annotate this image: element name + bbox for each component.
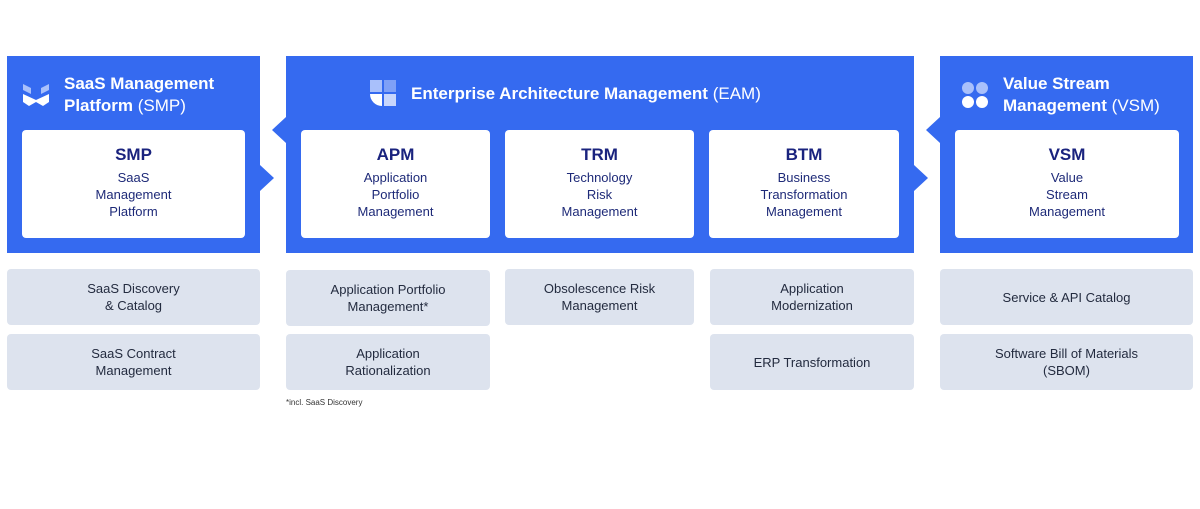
eam-header: Enterprise Architecture Management (EAM): [411, 83, 761, 105]
smp-card[interactable]: SMP SaaS Management Platform: [22, 130, 245, 238]
four-dots-logo-icon: [962, 82, 988, 108]
capability-label: SaaS Discovery & Catalog: [87, 281, 180, 313]
trm-card[interactable]: TRM Technology Risk Management: [505, 130, 694, 238]
card-line: Management: [561, 204, 638, 219]
smp-header-line2: Platform: [64, 96, 133, 115]
card-line: Management: [1029, 204, 1105, 219]
capability-label: Application Modernization: [771, 281, 853, 313]
arrow-right-notch: [914, 165, 928, 191]
card-line: Risk: [586, 187, 613, 202]
arrow-left-notch: [926, 117, 940, 143]
capability-box[interactable]: SaaS Discovery & Catalog: [7, 269, 260, 325]
smp-header: SaaS Management Platform (SMP): [64, 73, 214, 117]
smp-block: SaaS Management Platform (SMP) SMP SaaS …: [7, 56, 274, 253]
bookshelf-logo-icon: [23, 84, 49, 106]
btm-card[interactable]: BTM Business Transformation Management: [709, 130, 899, 238]
card-line: Management: [357, 204, 434, 219]
capability-box[interactable]: ERP Transformation: [710, 334, 914, 390]
arrow-right-notch: [260, 165, 274, 191]
card-line: Platform: [109, 204, 158, 219]
quadrant-logo-icon: [370, 80, 396, 106]
card-title: SMP: [115, 145, 152, 164]
card-title: TRM: [581, 145, 618, 164]
capability-label: Application Portfolio Management*: [330, 282, 446, 314]
smp-header-line1: SaaS Management: [64, 74, 215, 93]
card-line: Value: [1050, 170, 1084, 185]
capability-label: Obsolescence Risk Management: [543, 281, 656, 313]
card-line: Application: [363, 170, 428, 185]
capability-label: Service & API Catalog: [1002, 289, 1131, 305]
arrow-left-notch: [272, 117, 286, 143]
card-line: Technology: [566, 170, 633, 185]
card-line: Business: [777, 170, 831, 185]
card-line: Portfolio: [371, 187, 420, 202]
capability-box[interactable]: Application Rationalization: [286, 334, 490, 390]
card-title: VSM: [1048, 145, 1086, 164]
capability-label: Application Rationalization: [345, 346, 431, 378]
apm-card[interactable]: APM Application Portfolio Management: [301, 130, 490, 238]
card-line: Transformation: [760, 187, 848, 202]
vsm-block: Value Stream Management (VSM) VSM Value …: [926, 56, 1193, 253]
vsm-header-line2: Management: [1003, 96, 1107, 115]
capability-box[interactable]: Application Modernization: [710, 269, 914, 325]
capability-label: SaaS Contract Management: [91, 346, 176, 378]
capability-label: ERP Transformation: [753, 354, 871, 370]
capability-box[interactable]: SaaS Contract Management: [7, 334, 260, 390]
card-title: APM: [376, 145, 415, 164]
vsm-header: Value Stream Management (VSM): [1003, 73, 1160, 117]
smp-header-abbr: (SMP): [137, 96, 186, 115]
eam-header-title: Enterprise Architecture Management: [411, 84, 708, 103]
card-line: Management: [766, 204, 842, 219]
capability-label: Software Bill of Materials (SBOM): [994, 346, 1139, 378]
card-line: SaaS: [117, 170, 150, 185]
vsm-header-line1: Value Stream: [1003, 74, 1110, 93]
capability-box[interactable]: Software Bill of Materials (SBOM): [940, 334, 1193, 390]
card-line: Stream: [1046, 187, 1088, 202]
card-title: BTM: [785, 145, 823, 164]
footnote: *incl. SaaS Discovery: [286, 398, 363, 407]
capability-box[interactable]: Obsolescence Risk Management: [505, 269, 694, 325]
capability-box[interactable]: Application Portfolio Management*: [286, 270, 490, 326]
card-line: Management: [95, 187, 172, 202]
eam-header-abbr: (EAM): [712, 84, 761, 103]
vsm-card[interactable]: VSM Value Stream Management: [955, 130, 1179, 238]
eam-block: Enterprise Architecture Management (EAM)…: [272, 56, 928, 253]
vsm-header-abbr: (VSM): [1111, 96, 1160, 115]
capability-box[interactable]: Service & API Catalog: [940, 269, 1193, 325]
